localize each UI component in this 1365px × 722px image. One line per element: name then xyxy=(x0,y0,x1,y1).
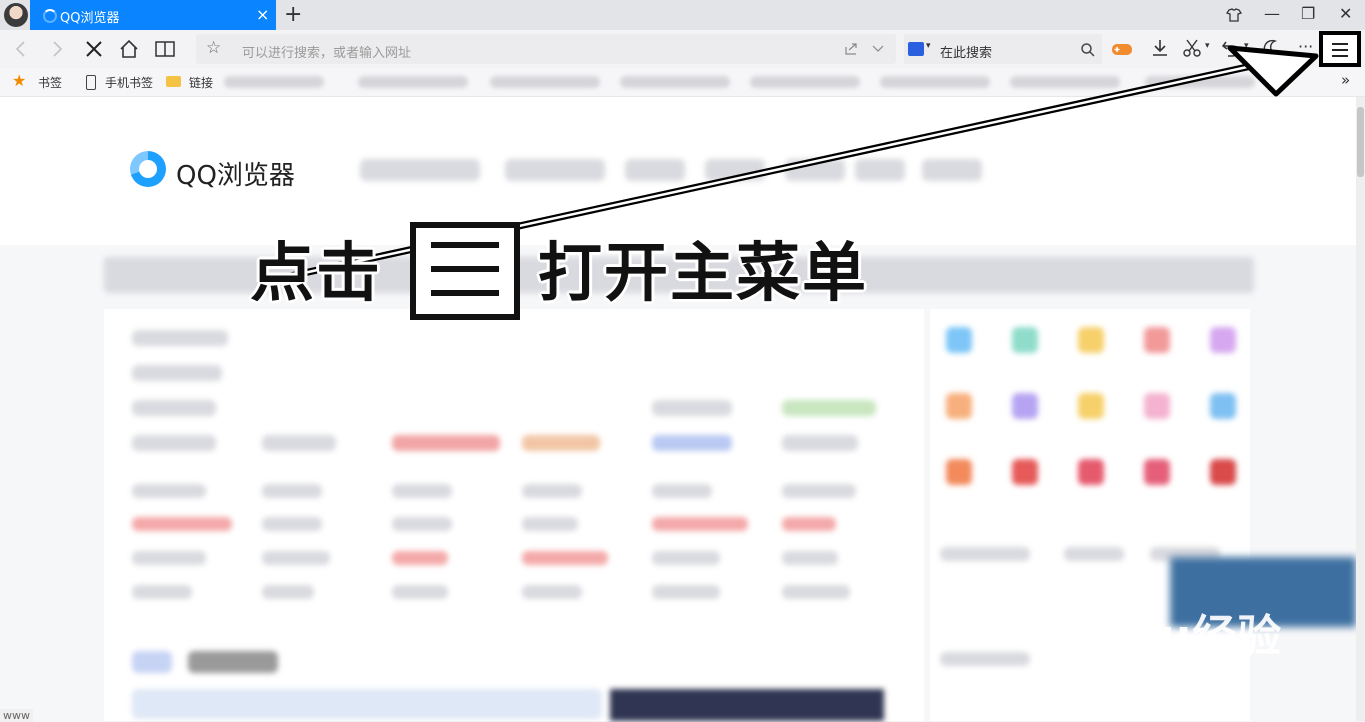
annotation-open-menu-text: 打开主菜单 xyxy=(538,237,868,311)
annotation-menu-icon xyxy=(410,222,520,320)
annotation-click-text: 点击 xyxy=(250,237,382,311)
watermark-url: jingyan.baidu.com xyxy=(1046,660,1250,685)
watermark-logo: Baidu经验 xyxy=(1046,611,1283,662)
main-menu-button[interactable] xyxy=(1319,31,1361,67)
status-bar-text: www xyxy=(0,709,33,722)
